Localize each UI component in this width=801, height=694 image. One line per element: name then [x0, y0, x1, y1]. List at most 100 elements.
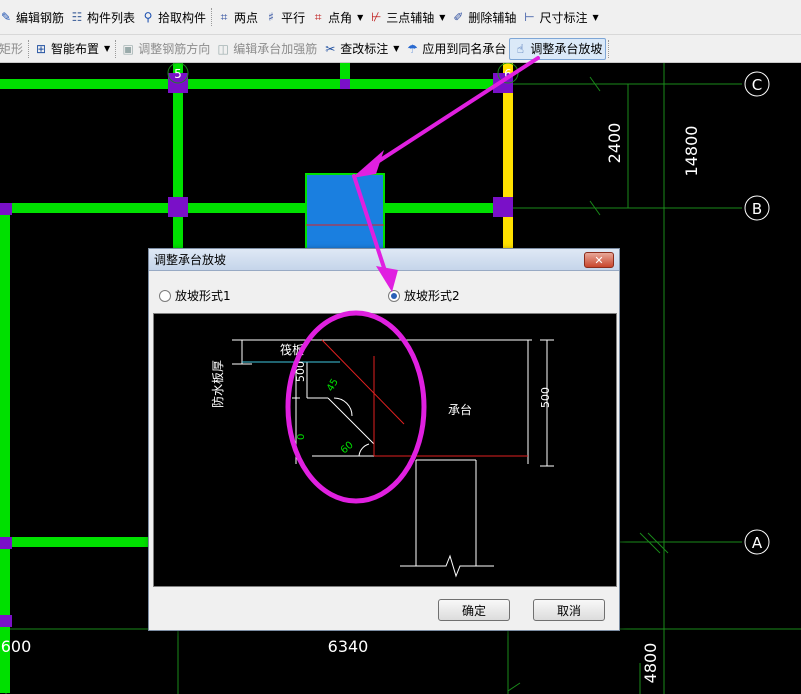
toolbar-item-adjust-rebar-direction[interactable]: ▣ 调整钢筋方向 [118, 38, 213, 60]
radio-option-2[interactable]: 放坡形式2 [388, 287, 460, 304]
toolbar-item-label: 编辑钢筋 [16, 10, 65, 25]
toolbar-item-pick-component[interactable]: ⚲ 拾取构件 [138, 6, 209, 28]
toolbar-item-label: 智能布置 [51, 42, 100, 56]
apply-same-name-icon: ☂ [407, 41, 418, 56]
beam-c [0, 79, 510, 89]
dim-4800: 4800 [641, 643, 660, 684]
raft-label: 筏板 [280, 343, 304, 357]
chevron-down-icon[interactable]: ▼ [592, 13, 598, 22]
beam-a [0, 537, 152, 547]
edit-pile-cap-rebar-icon: ◫ [217, 41, 229, 56]
adjust-slope-dialog: 调整承台放坡 ✕ 放坡形式1 放坡形式2 筏板 防水板厚 承台 500 500 … [148, 248, 620, 631]
dialog-title-bar[interactable]: 调整承台放坡 [149, 249, 619, 271]
dim-tick [647, 532, 669, 554]
toolbar-item-edit-pile-cap-rebar[interactable]: ◫ 编辑承台加强筋 [213, 38, 320, 60]
radio-button-option-2[interactable] [388, 289, 400, 302]
column [0, 203, 12, 215]
radio-option-1[interactable]: 放坡形式1 [159, 287, 231, 304]
pick-component-icon: ⚲ [143, 10, 153, 24]
toolbar-item-label: 三点辅轴 [386, 10, 435, 25]
cancel-button-label: 取消 [556, 603, 581, 618]
chevron-down-icon[interactable]: ▼ [393, 44, 399, 53]
column [168, 197, 188, 217]
delete-axis-icon: ✐ [453, 10, 464, 24]
toolbar-separator [211, 8, 213, 26]
column [340, 79, 350, 89]
toolbar-item-parallel[interactable]: ♯ 平行 [261, 6, 308, 28]
two-point-axis-icon: ⌗ [220, 10, 228, 24]
dim-500-left: 500 [294, 361, 307, 382]
dim-500-right: 500 [539, 387, 552, 408]
toolbar-item-label: 两点 [234, 10, 259, 25]
toolbar-item-label: 应用到同名承台 [422, 42, 507, 56]
toolbar-item-label: 查改标注 [340, 42, 389, 56]
column [0, 537, 12, 549]
dialog-title: 调整承台放坡 [154, 253, 227, 267]
dim-2400: 2400 [605, 123, 624, 164]
toolbar-item-label: 删除辅轴 [468, 10, 517, 25]
secondary-toolbar: 矩形 ⊞ 智能布置 ▼ ▣ 调整钢筋方向 ◫ 编辑承台加强筋 ✂ 查改标注 ▼ … [0, 35, 801, 63]
column [0, 615, 12, 627]
radio-label-option-2: 放坡形式2 [404, 289, 460, 303]
component-list-icon: ☷ [71, 10, 83, 24]
toolbar-item-adjust-slope[interactable]: ☝ 调整承台放坡 [509, 37, 607, 60]
main-toolbar: ✎ 编辑钢筋 ☷ 构件列表 ⚲ 拾取构件 ⌗ 两点 ♯ 平行 ⌗ 点角 ▼ ⊬ … [0, 0, 801, 35]
close-button[interactable]: ✕ [584, 252, 614, 268]
beam-b [0, 203, 510, 213]
radio-label-option-1: 放坡形式1 [175, 289, 231, 303]
point-angle-icon: ⌗ [314, 10, 322, 24]
toolbar-separator [608, 39, 610, 58]
dim-tick [639, 532, 661, 554]
toolbar-item-smart-layout[interactable]: ⊞ 智能布置 ▼ [31, 38, 113, 60]
toolbar-item-delete-axis[interactable]: ✐ 删除辅轴 [448, 6, 519, 28]
toolbar-item-label: 调整钢筋方向 [138, 42, 211, 56]
toolbar-item-label: 编辑承台加强筋 [233, 42, 318, 56]
dim-tick [507, 682, 521, 692]
angle-60-label: 60 [339, 440, 356, 457]
chevron-down-icon[interactable]: ▼ [439, 13, 445, 22]
ok-button-label: 确定 [461, 603, 486, 618]
check-label-icon: ✂ [325, 41, 336, 56]
grid-number-6: 6 [504, 67, 512, 81]
toolbar-separator [115, 39, 117, 58]
pile-cap[interactable] [305, 173, 385, 250]
angle-arc-60 [358, 443, 370, 457]
toolbar-item-label: 平行 [281, 10, 306, 25]
toolbar-item-label: 尺寸标注 [539, 10, 588, 25]
dim-0: 0 [296, 434, 307, 440]
chevron-down-icon[interactable]: ▼ [104, 44, 110, 53]
slope-preview-panel: 筏板 防水板厚 承台 500 500 0 45 60 [153, 313, 617, 587]
slope-line-45 [327, 397, 375, 445]
toolbar-item-apply-same-name[interactable]: ☂ 应用到同名承台 [402, 38, 509, 60]
toolbar-item-rectangle[interactable]: 矩形 [0, 38, 26, 60]
cancel-button[interactable]: 取消 [533, 599, 605, 621]
radio-button-option-1[interactable] [159, 289, 171, 302]
axis-label-b: B [752, 200, 762, 218]
dim-6340: 6340 [328, 637, 369, 656]
toolbar-item-label: 矩形 [0, 42, 24, 56]
close-icon: ✕ [594, 253, 604, 267]
toolbar-item-point-angle[interactable]: ⌗ 点角 ▼ [308, 6, 366, 28]
edit-rebar-icon: ✎ [0, 10, 12, 24]
toolbar-item-component-list[interactable]: ☷ 构件列表 [67, 6, 138, 28]
chevron-down-icon[interactable]: ▼ [357, 13, 363, 22]
slope-diagram: 筏板 防水板厚 承台 500 500 0 45 60 [210, 339, 554, 578]
dimension-icon: ⊢ [524, 10, 535, 24]
toolbar-item-check-label[interactable]: ✂ 查改标注 ▼ [320, 38, 402, 60]
toolbar-item-two-point[interactable]: ⌗ 两点 [214, 6, 261, 28]
toolbar-item-edit-rebar[interactable]: ✎ 编辑钢筋 [0, 6, 67, 28]
angle-45-label: 45 [325, 377, 341, 394]
toolbar-item-three-point-axis[interactable]: ⊬ 三点辅轴 ▼ [366, 6, 448, 28]
toolbar-item-label: 拾取构件 [158, 10, 207, 25]
axis-label-c: C [752, 76, 762, 94]
adjust-slope-icon: ☝ [516, 41, 525, 56]
ok-button[interactable]: 确定 [438, 599, 510, 621]
toolbar-separator [28, 39, 30, 58]
parallel-axis-icon: ♯ [268, 10, 274, 24]
toolbar-item-label: 调整承台放坡 [530, 42, 603, 56]
waterproof-label: 防水板厚 [210, 360, 225, 408]
three-point-axis-icon: ⊬ [371, 10, 382, 24]
pile-break-line [400, 554, 494, 578]
toolbar-item-dimension[interactable]: ⊢ 尺寸标注 ▼ [519, 6, 601, 28]
toolbar-item-label: 构件列表 [87, 10, 136, 25]
